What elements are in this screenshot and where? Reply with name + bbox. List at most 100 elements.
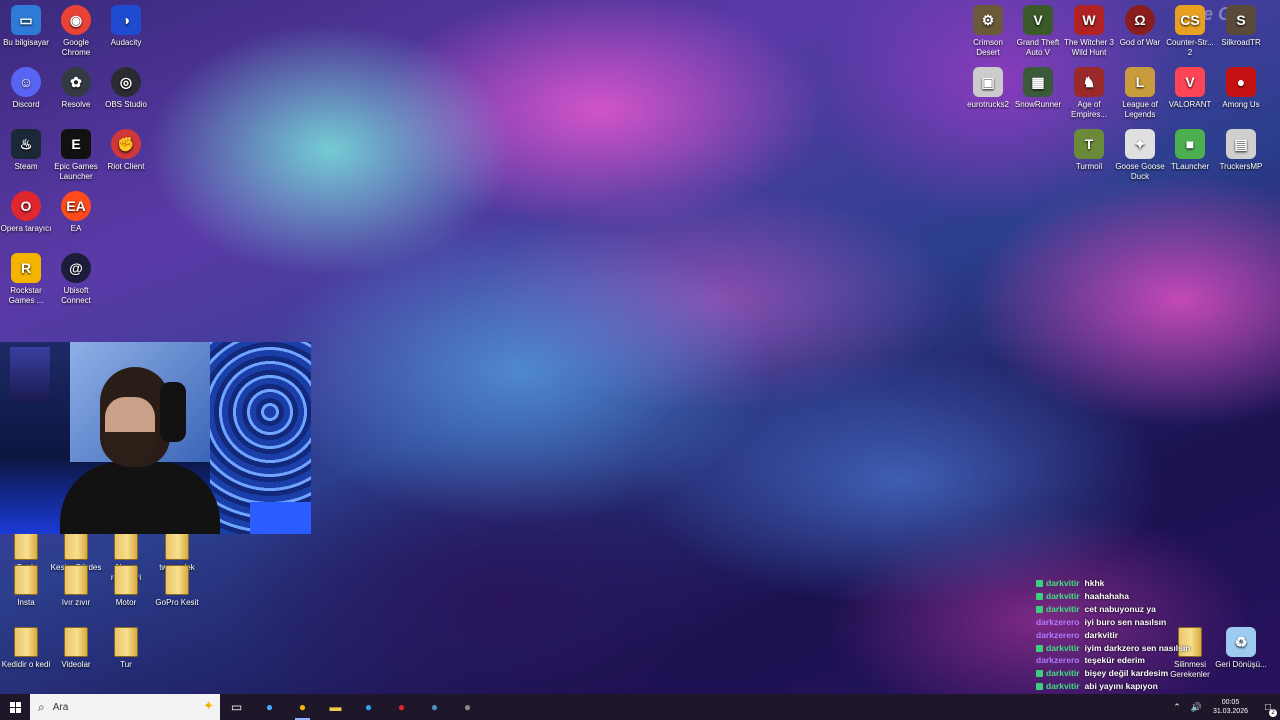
desktop-shortcut-label: League of Legends bbox=[1122, 100, 1158, 119]
taskbar-app-6[interactable]: ● bbox=[418, 694, 451, 720]
desktop-shortcut-right-5[interactable]: S SilkroadTR bbox=[1215, 5, 1267, 48]
chat-username: darkvitir bbox=[1046, 578, 1080, 588]
chat-username: darkvitir bbox=[1046, 681, 1080, 692]
desktop-shortcut-left-4[interactable]: ✿ Resolve bbox=[50, 67, 102, 110]
desktop-shortcut-label: VALORANT bbox=[1168, 100, 1212, 109]
clock[interactable]: 00:05 31.03.2026 bbox=[1213, 698, 1248, 716]
chrome-icon: ◉ bbox=[61, 5, 91, 35]
taskbar-app-2[interactable]: ● bbox=[286, 694, 319, 720]
windows-icon bbox=[9, 701, 21, 713]
desktop-shortcut-left-23[interactable]: Tur bbox=[100, 627, 152, 670]
desktop-shortcut-label: Opera tarayıcı bbox=[0, 224, 52, 233]
minecraft-icon: ■ bbox=[1175, 129, 1205, 159]
folder-icon bbox=[165, 565, 189, 595]
desktop-shortcut-right-14[interactable]: ■ TLauncher bbox=[1164, 129, 1216, 172]
chevron-up-icon[interactable]: ⌃ bbox=[1173, 702, 1181, 713]
clock-date: 31.03.2026 bbox=[1212, 708, 1248, 715]
desktop-shortcut-label: SilkroadTR bbox=[1221, 38, 1261, 47]
desktop-shortcut-label: SnowRunner bbox=[1014, 100, 1062, 109]
desktop-shortcut-right-15[interactable]: ▤ TruckersMP bbox=[1215, 129, 1267, 172]
computer-icon: ▭ bbox=[11, 5, 41, 35]
chat-text: haahahaha bbox=[1084, 590, 1129, 601]
taskbar-app-7[interactable]: ● bbox=[451, 694, 484, 720]
desktop-shortcut-left-19[interactable]: Motor bbox=[100, 565, 152, 608]
search-highlight-icon: ✦ bbox=[203, 698, 214, 713]
desktop-shortcut-left-10[interactable]: EA EA bbox=[50, 191, 102, 234]
silkroad-icon: S bbox=[1226, 5, 1256, 35]
desktop-shortcut-label: The Witcher 3 Wild Hunt bbox=[1064, 38, 1114, 57]
folder-icon bbox=[114, 627, 138, 657]
desktop-shortcut-right-3[interactable]: Ω God of War bbox=[1114, 5, 1166, 48]
desktop-shortcut-label: EA bbox=[70, 224, 82, 233]
taskbar-search[interactable]: ⌕ Ara ✦ bbox=[30, 694, 220, 720]
desktop-shortcut-right-1[interactable]: V Grand Theft Auto V bbox=[1012, 5, 1064, 58]
desktop-shortcut-label: Rockstar Games ... bbox=[8, 286, 44, 305]
desktop-shortcut-left-21[interactable]: Kedidir o kedi bbox=[0, 627, 52, 670]
folder-icon bbox=[165, 530, 189, 560]
epic-games-icon: E bbox=[61, 129, 91, 159]
search-icon: ⌕ bbox=[38, 699, 45, 714]
desktop-shortcut-left-0[interactable]: ▭ Bu bilgisayar bbox=[0, 5, 52, 48]
taskbar-app-4[interactable]: ● bbox=[352, 694, 385, 720]
desktop-shortcut-left-18[interactable]: Ivır zıvır bbox=[50, 565, 102, 608]
desktop-shortcut-right-6[interactable]: ▣ eurotrucks2 bbox=[962, 67, 1014, 110]
notification-center-button[interactable]: □ 2 bbox=[1256, 694, 1280, 720]
valorant-icon: V bbox=[1175, 67, 1205, 97]
desktop-shortcut-label: Steam bbox=[14, 162, 38, 171]
taskbar-app-0[interactable]: ▭ bbox=[220, 694, 253, 720]
desktop-shortcut-left-8[interactable]: ✊ Riot Client bbox=[100, 129, 152, 172]
desktop-shortcut-label: Insta bbox=[17, 598, 35, 607]
system-tray: ⌃ 🔊 00:05 31.03.2026 □ 2 bbox=[1168, 694, 1280, 720]
desktop-shortcut-right-7[interactable]: ▦ SnowRunner bbox=[1012, 67, 1064, 110]
folder-icon bbox=[64, 565, 88, 595]
desktop-shortcut-left-11[interactable]: R Rockstar Games ... bbox=[0, 253, 52, 306]
snowrunner-icon: ▦ bbox=[1023, 67, 1053, 97]
taskbar-app-3[interactable]: ▬ bbox=[319, 694, 352, 720]
desktop-shortcut-left-22[interactable]: Videolar bbox=[50, 627, 102, 670]
turmoil-icon: T bbox=[1074, 129, 1104, 159]
chat-text: bişey değil kardesim bbox=[1084, 668, 1169, 679]
desktop-shortcut-right-0[interactable]: ⚙ Crimson Desert bbox=[962, 5, 1014, 58]
obs-icon: ◎ bbox=[111, 67, 141, 97]
desktop-shortcut-left-9[interactable]: O Opera tarayıcı bbox=[0, 191, 52, 234]
chat-username: darkzerero bbox=[1036, 616, 1080, 627]
start-button[interactable] bbox=[0, 694, 30, 720]
desktop-shortcut-right-11[interactable]: ● Among Us bbox=[1215, 67, 1267, 110]
desktop-shortcut-left-5[interactable]: ◎ OBS Studio bbox=[100, 67, 152, 110]
desktop-shortcut-left-2[interactable]: ◑ Audacity bbox=[100, 5, 152, 48]
chat-message: darkvitir bişey değil kardesim bbox=[1036, 667, 1256, 680]
desktop-shortcut-right-2[interactable]: W The Witcher 3 Wild Hunt bbox=[1063, 5, 1115, 58]
desktop-shortcut-right-4[interactable]: CS Counter-Str... 2 bbox=[1164, 5, 1216, 58]
chrome-taskbar-icon: ● bbox=[298, 700, 307, 714]
desktop-shortcut-right-13[interactable]: ✦ Goose Goose Duck bbox=[1114, 129, 1166, 182]
discord-icon: ☺ bbox=[11, 67, 41, 97]
folder-icon bbox=[114, 565, 138, 595]
folder-icon bbox=[64, 530, 88, 560]
chat-text: teşekür ederim bbox=[1084, 655, 1145, 666]
taskbar-app-5[interactable]: ● bbox=[385, 694, 418, 720]
desktop-shortcut-right-8[interactable]: ♞ Age of Empires... bbox=[1063, 67, 1115, 120]
chat-message: darkvitir abi yayını kapıyon bbox=[1036, 680, 1256, 693]
chat-message: darkzerero iyi buro sen nasılsın bbox=[1036, 616, 1256, 629]
desktop-shortcut-left-6[interactable]: ♨ Steam bbox=[0, 129, 52, 172]
chat-message: darkzerero teşekür ederim bbox=[1036, 654, 1256, 667]
desktop-shortcut-left-12[interactable]: @ Ubisoft Connect bbox=[50, 253, 102, 306]
desktop-shortcut-left-17[interactable]: Insta bbox=[0, 565, 52, 608]
copilot-icon: ● bbox=[265, 700, 274, 714]
desktop-shortcut-label: Discord bbox=[12, 100, 40, 109]
folder-icon bbox=[14, 565, 38, 595]
webcam-overlay bbox=[0, 342, 311, 534]
desktop-shortcut-left-1[interactable]: ◉ Google Chrome bbox=[50, 5, 102, 58]
steam-icon: ♨ bbox=[11, 129, 41, 159]
desktop-shortcut-right-10[interactable]: V VALORANT bbox=[1164, 67, 1216, 110]
desktop-shortcut-right-9[interactable]: L League of Legends bbox=[1114, 67, 1166, 120]
volume-icon[interactable]: 🔊 bbox=[1191, 702, 1202, 713]
taskbar-app-1[interactable]: ● bbox=[253, 694, 286, 720]
desktop-shortcut-left-20[interactable]: GoPro Kesit bbox=[151, 565, 203, 608]
desktop-shortcut-left-7[interactable]: E Epic Games Launcher bbox=[50, 129, 102, 182]
obs-taskbar-icon: ● bbox=[463, 700, 472, 714]
desktop-shortcut-left-3[interactable]: ☺ Discord bbox=[0, 67, 52, 110]
chat-message: darkvitir cet nabuyonuz ya bbox=[1036, 603, 1256, 616]
chat-message: darkvitir hkhk bbox=[1036, 577, 1256, 590]
desktop-shortcut-right-12[interactable]: T Turmoil bbox=[1063, 129, 1115, 172]
